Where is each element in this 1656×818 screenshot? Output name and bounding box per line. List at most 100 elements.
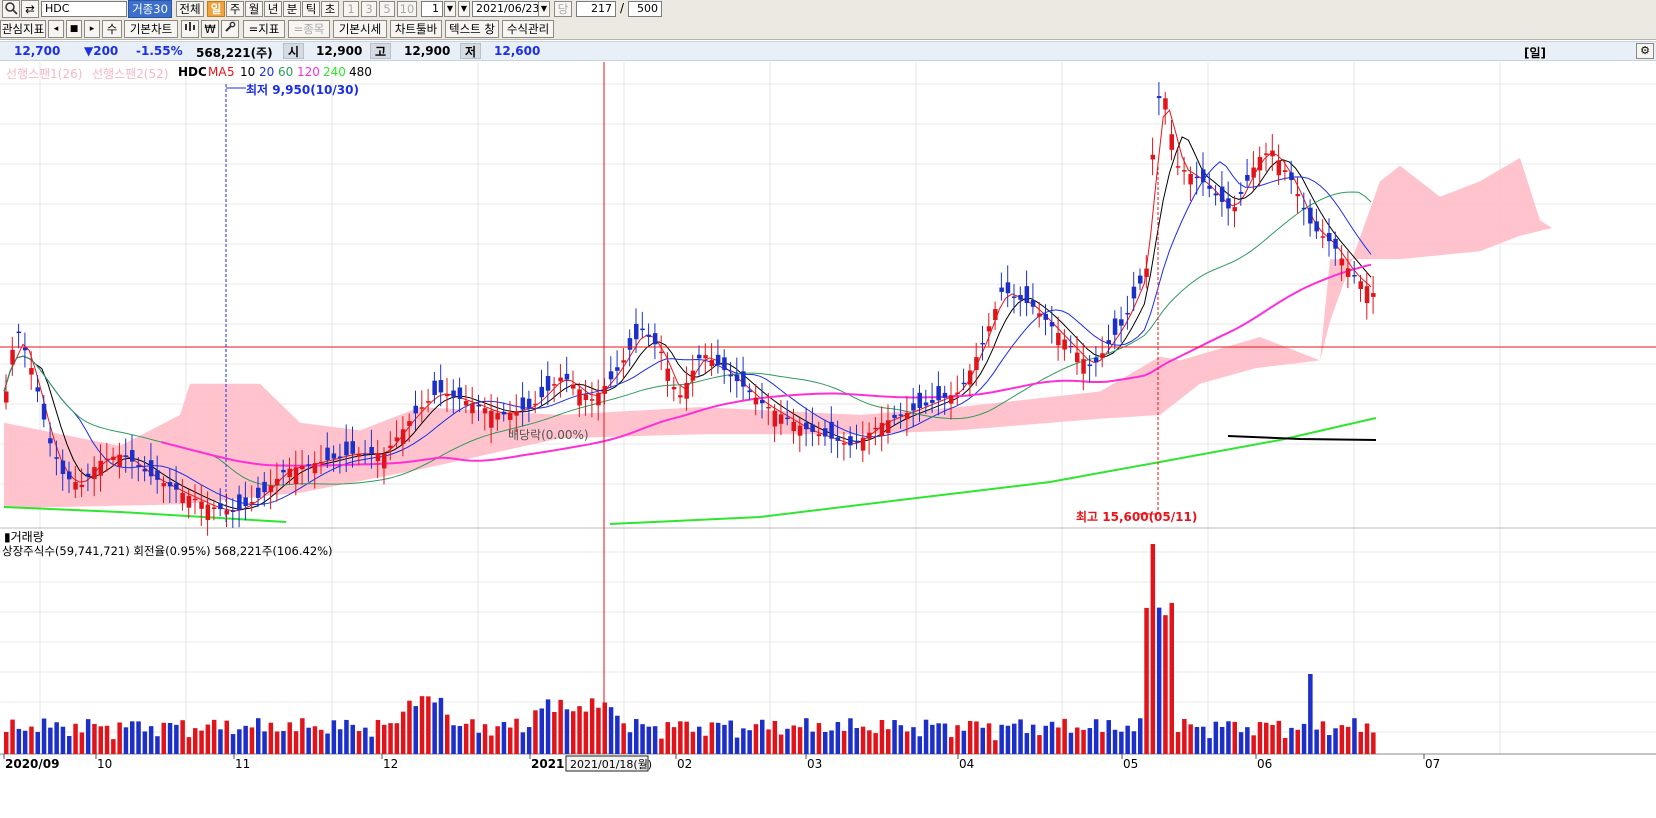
scroll-right-icon[interactable]: ▸	[84, 20, 100, 38]
candle-body	[1213, 193, 1219, 196]
count-button[interactable]: 수	[102, 20, 122, 38]
period-all[interactable]: 전체	[176, 1, 204, 17]
period-tag: [일]	[1524, 46, 1547, 60]
candle-body	[60, 460, 66, 475]
interval-5[interactable]: 5	[379, 1, 395, 17]
chart-toolbar-button[interactable]: 차트툴바	[390, 20, 442, 38]
volume-bar	[426, 696, 431, 754]
volume-bar	[199, 730, 204, 754]
volume-title-text: 거래량	[10, 530, 44, 544]
volume-bar	[1043, 725, 1048, 754]
legend-ma240: 240	[323, 65, 346, 79]
x-tick-label: 04	[959, 757, 974, 771]
count-input[interactable]: 217	[576, 1, 616, 17]
volume-bar	[98, 726, 103, 754]
date-dropdown-icon[interactable]: ▼	[538, 1, 550, 17]
period-tick[interactable]: 틱	[302, 1, 320, 17]
scroll-left-icon[interactable]: ◂	[48, 20, 64, 38]
volume-bar	[829, 730, 834, 754]
period-month[interactable]: 월	[245, 1, 263, 17]
volume-bar	[1062, 718, 1067, 754]
search-icon[interactable]	[2, 0, 20, 18]
candle-body	[533, 403, 538, 406]
period-week[interactable]: 주	[226, 1, 244, 17]
candle-body	[1358, 281, 1363, 290]
volume-bar	[879, 720, 885, 754]
candle-body	[734, 374, 740, 382]
candle-body	[967, 370, 973, 385]
watch-indicator-button[interactable]: 관심지표	[0, 20, 46, 38]
unit-input[interactable]: 1	[421, 1, 443, 17]
candle-body	[331, 453, 337, 459]
volume-bar	[1012, 723, 1017, 754]
symbol-input[interactable]: HDC	[41, 1, 127, 17]
candle-body	[955, 392, 960, 395]
interval-10[interactable]: 10	[397, 1, 417, 17]
volume-bar	[293, 731, 299, 754]
candle-body	[293, 467, 299, 484]
period-day[interactable]: 일	[207, 1, 225, 17]
volume-bar	[949, 737, 954, 754]
crosshair-date-label: 2021/01/18(월)	[570, 758, 652, 771]
candle-body	[942, 392, 948, 398]
candle-body	[85, 473, 91, 477]
volume-bar	[545, 699, 551, 754]
volume-bar	[463, 723, 469, 754]
count-total-input[interactable]: 500	[628, 1, 662, 17]
candle-body	[482, 408, 488, 414]
indicator-button[interactable]: =지표	[243, 20, 285, 38]
volume-bar	[955, 725, 960, 754]
legend-ma60: 60	[278, 65, 294, 79]
basic-chart-button[interactable]: 기본차트	[124, 20, 178, 38]
wrench-icon[interactable]	[221, 20, 239, 38]
formula-manage-button[interactable]: 수식관리	[502, 20, 554, 38]
swap-icon[interactable]: ⇄	[21, 0, 39, 18]
candle-body	[400, 429, 406, 445]
candle-body	[1364, 286, 1370, 304]
candle-body	[1257, 156, 1263, 171]
interval-3[interactable]: 3	[361, 1, 377, 17]
interval-1[interactable]: 1	[343, 1, 359, 17]
symbol-compare-button[interactable]: =종목	[288, 20, 330, 38]
volume-bar	[470, 719, 475, 754]
period-second[interactable]: 초	[321, 1, 339, 17]
candle-body	[287, 468, 292, 478]
volume-bar	[1238, 732, 1244, 754]
text-window-button[interactable]: 텍스트 창	[445, 20, 499, 38]
volume-bar	[180, 720, 185, 754]
volume-bar	[319, 729, 324, 754]
volume-bar	[690, 731, 696, 754]
period-year[interactable]: 년	[264, 1, 282, 17]
volume-bar	[659, 738, 664, 754]
candle-body	[760, 400, 765, 404]
stock-chart[interactable]: 2020/09 10 11 12 2021 02 03 04 05 06 07 2021/01/18(…	[0, 62, 1656, 815]
trade-volume-button[interactable]: 거종30	[128, 0, 172, 18]
chart-style-icon[interactable]	[181, 20, 199, 38]
candle-body	[539, 386, 544, 398]
candle-body	[1125, 312, 1130, 315]
period-minute[interactable]: 분	[283, 1, 301, 17]
won-icon[interactable]: ₩	[201, 20, 219, 38]
volume-bar	[571, 711, 576, 754]
unit-dropdown-icon[interactable]: ▼	[444, 1, 456, 17]
volume-bar	[886, 729, 891, 754]
candle-body	[111, 456, 116, 460]
candle-body	[180, 492, 185, 504]
x-tick-label: 05	[1123, 757, 1138, 771]
volume-bar	[457, 726, 463, 754]
candle-body	[1100, 353, 1105, 359]
candlestick-chart[interactable]: 2020/09 10 11 12 2021 02 03 04 05 06 07 2021/01/18(…	[0, 62, 1656, 815]
candle-body	[1043, 313, 1048, 320]
volume-bar	[451, 725, 456, 754]
date-prev-icon[interactable]: ▼	[458, 1, 470, 17]
candle-body	[457, 387, 463, 399]
basic-quote-button[interactable]: 기본시세	[333, 20, 387, 38]
stop-icon[interactable]: ■	[66, 20, 82, 38]
volume-bar	[375, 719, 381, 754]
candle-body	[199, 501, 204, 509]
volume-bar	[974, 721, 979, 754]
volume-bar	[438, 697, 444, 754]
settings-icon[interactable]: ⚙	[1636, 43, 1654, 59]
volume-bar	[892, 720, 897, 754]
candle-body	[1251, 167, 1256, 178]
